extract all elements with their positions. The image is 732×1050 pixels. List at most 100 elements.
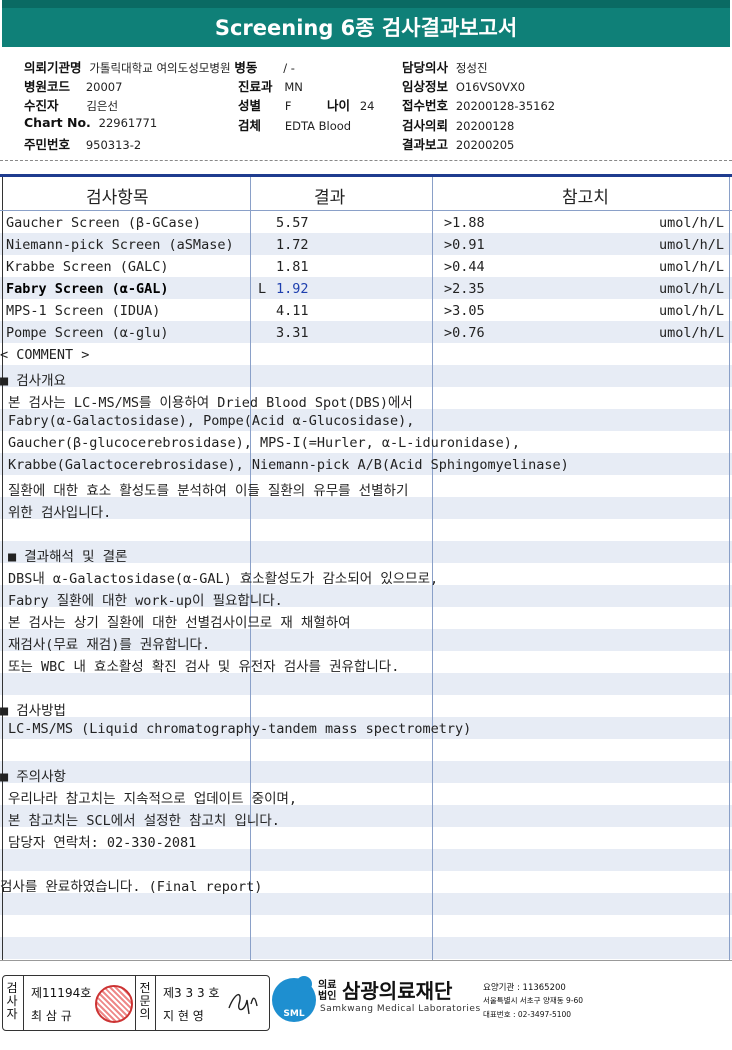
info-resident-no: 주민번호 950313-2	[24, 134, 141, 153]
row-band	[0, 893, 732, 915]
org-english-name: Samkwang Medical Laboratories	[320, 1004, 481, 1014]
info-label: 담당의사	[402, 60, 449, 75]
result-value: 5.57	[276, 215, 309, 231]
result-flag: L	[258, 281, 267, 297]
info-sex: 성별 F	[238, 95, 291, 114]
header-divider	[0, 160, 732, 161]
info-value: 950313-2	[85, 138, 142, 152]
info-label: 병동	[234, 60, 258, 75]
info-specimen: 검체 EDTA Blood	[238, 115, 351, 134]
info-hospital: 의뢰기관명 가톨릭대학교 여의도성모병원 병동 / -	[24, 57, 295, 76]
info-label: 접수번호	[402, 98, 449, 113]
final-report-note: 검사를 완료하였습니다. (Final report)	[0, 879, 263, 895]
row-band	[0, 365, 732, 387]
examiner-license: 제11194호	[31, 986, 92, 1000]
info-value: 20200205	[455, 138, 515, 152]
info-value: 20007	[85, 80, 123, 94]
info-label: 검체	[238, 118, 262, 133]
info-label: 나이	[327, 98, 351, 113]
section-title-interpretation: ■ 결과해석 및 결론	[8, 549, 128, 565]
info-label: 진료과	[238, 79, 273, 94]
info-value: EDTA Blood	[284, 119, 352, 133]
reference-value: >0.76	[444, 325, 485, 341]
test-item: Niemann-pick Screen (aSMase)	[6, 237, 234, 253]
comment-line: Gaucher(β-glucocerebrosidase), MPS-I(=Hu…	[8, 435, 521, 451]
comment-line: Fabry 질환에 대한 work-up이 필요합니다.	[8, 593, 283, 609]
row-band	[0, 761, 732, 783]
column-divider	[2, 177, 3, 960]
header-test-item: 검사항목	[86, 188, 149, 208]
header-rule	[0, 210, 732, 211]
signature-box: 검사자 제11194호 최 삼 규 전문의 제3 3 3 호 지 현 영	[2, 975, 270, 1031]
section-title-method: ■ 검사방법	[0, 703, 66, 719]
info-value: 20200128-35162	[455, 99, 556, 113]
org-code: 요양기관 : 11365200	[483, 983, 566, 993]
title-stripe	[2, 0, 730, 8]
result-value: 4.11	[276, 303, 309, 319]
test-item: Fabry Screen (α-GAL)	[6, 281, 169, 297]
comment-line: 우리나라 참고치는 지속적으로 업데이트 중이며,	[8, 791, 298, 807]
comment-line: 본 참고치는 SCL에서 설정한 참고치 입니다.	[8, 813, 280, 829]
examiner-name: 최 삼 규	[31, 1009, 72, 1023]
header-result: 결과	[314, 188, 346, 208]
logo-text: SML	[283, 1009, 305, 1019]
section-title-overview: ■ 검사개요	[0, 373, 66, 389]
info-value: F	[284, 99, 292, 113]
unit: umol/h/L	[659, 237, 725, 253]
info-label: 임상정보	[402, 79, 449, 94]
unit: umol/h/L	[659, 215, 725, 231]
info-label: 결과보고	[402, 137, 449, 152]
comment-line: 담당자 연락처: 02-330-2081	[8, 835, 197, 851]
org-type: 의료법인	[318, 980, 337, 1002]
reference-value: >3.05	[444, 303, 485, 319]
info-chart-no: Chart No. 22961771	[24, 115, 157, 130]
reference-value: >1.88	[444, 215, 485, 231]
table-bottom-rule	[0, 960, 732, 961]
info-value: 김은선	[86, 99, 119, 113]
info-label: Chart No.	[24, 115, 91, 130]
info-value: / -	[283, 61, 295, 75]
org-name: 삼광의료재단	[342, 979, 453, 1003]
info-request-date: 검사의뢰 20200128	[402, 115, 514, 134]
comment-line: 본 검사는 LC-MS/MS를 이용하여 Dried Blood Spot(DB…	[8, 395, 413, 411]
row-band	[0, 937, 732, 959]
comment-line: Fabry(α-Galactosidase), Pompe(Acid α-Glu…	[8, 413, 415, 429]
box-divider	[23, 976, 24, 1030]
info-accession: 접수번호 20200128-35162	[402, 95, 555, 114]
result-value: 1.72	[276, 237, 309, 253]
section-title-notes: ■ 주의사항	[0, 769, 66, 785]
unit: umol/h/L	[659, 325, 725, 341]
info-value: 24	[359, 99, 375, 113]
report-title-bar: Screening 6종 검사결과보고서	[2, 0, 730, 47]
specialist-license: 제3 3 3 호	[163, 986, 220, 1000]
unit: umol/h/L	[659, 303, 725, 319]
row-band	[0, 849, 732, 871]
info-age: 나이 24	[327, 95, 374, 114]
report-title: Screening 6종 검사결과보고서	[214, 16, 518, 40]
comment-heading: < COMMENT >	[0, 347, 90, 363]
result-value: 3.31	[276, 325, 309, 341]
result-value: 1.92	[276, 281, 309, 297]
info-label: 성별	[238, 98, 262, 113]
test-item: MPS-1 Screen (IDUA)	[6, 303, 161, 319]
info-value: 22961771	[98, 116, 158, 130]
logo-dot-icon	[296, 976, 312, 992]
row-band	[0, 673, 732, 695]
info-value: 20200128	[455, 119, 515, 133]
comment-line: LC-MS/MS (Liquid chromatography-tandem m…	[8, 721, 472, 737]
reference-value: >2.35	[444, 281, 485, 297]
result-value: 1.81	[276, 259, 309, 275]
comment-line: 위한 검사입니다.	[8, 505, 112, 521]
info-label: 병원코드	[24, 79, 71, 94]
comment-line: DBS내 α-Galactosidase(α-GAL) 효소활성도가 감소되어 …	[8, 571, 439, 587]
info-clinical: 임상정보 O16VS0VX0	[402, 76, 525, 95]
info-value: O16VS0VX0	[455, 80, 526, 94]
info-report-date: 결과보고 20200205	[402, 134, 514, 153]
info-label: 수진자	[24, 98, 59, 113]
info-dept: 진료과 MN	[238, 76, 303, 95]
reference-value: >0.91	[444, 237, 485, 253]
examiner-vertical-label: 검사자	[6, 981, 18, 1021]
comment-line: Krabbe(Galactocerebrosidase), Niemann-pi…	[8, 457, 569, 473]
box-divider	[155, 976, 156, 1030]
header-reference: 참고치	[562, 188, 609, 208]
